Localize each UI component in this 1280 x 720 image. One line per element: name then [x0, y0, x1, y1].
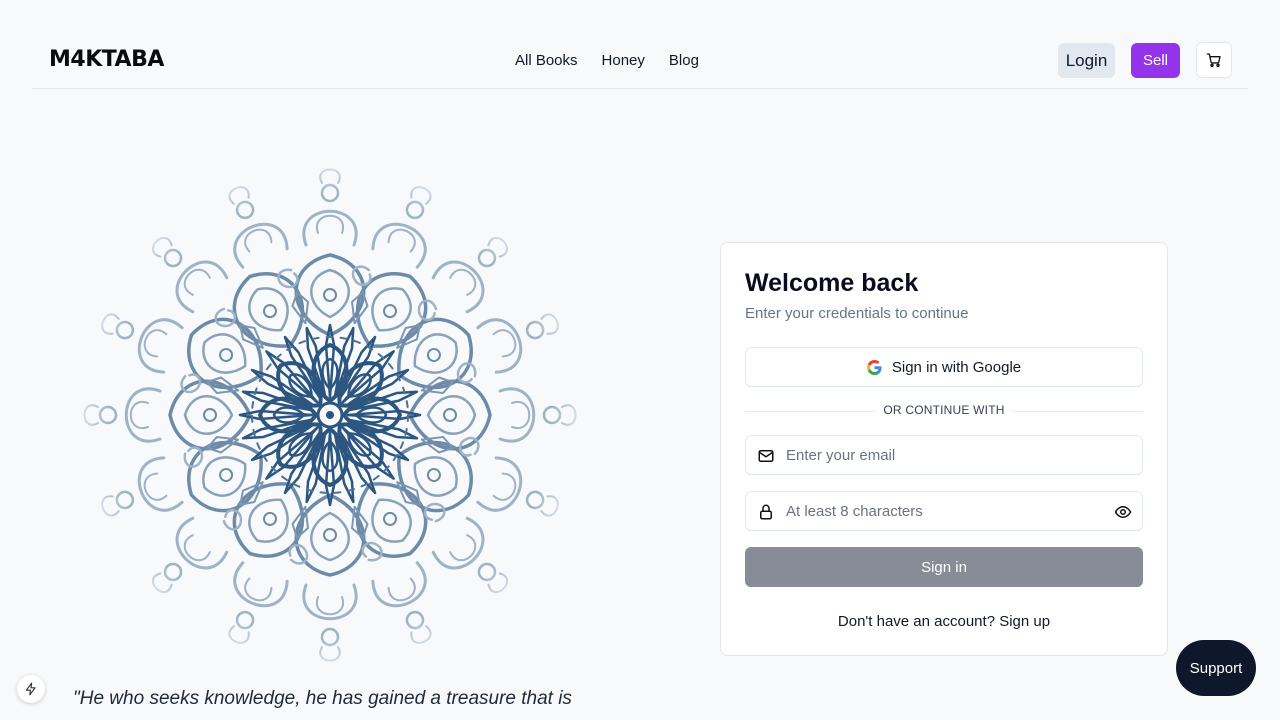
- signup-prompt-text: Don't have an account?: [837, 613, 996, 630]
- mail-icon: [758, 450, 774, 462]
- password-field: [745, 491, 1143, 531]
- nav-all-books[interactable]: All Books: [515, 52, 578, 69]
- signup-prompt: Don't have an account? Sign up: [721, 613, 1167, 630]
- lock-icon: [760, 504, 772, 520]
- email-field: [745, 435, 1143, 475]
- support-button[interactable]: Support: [1176, 640, 1256, 696]
- password-input[interactable]: [786, 492, 1106, 530]
- email-input[interactable]: [786, 436, 1106, 474]
- sell-button[interactable]: Sell: [1131, 43, 1180, 78]
- site-header: M4KTABA All Books Honey Blog Login Sell: [32, 0, 1248, 89]
- site-logo[interactable]: M4KTABA: [49, 47, 164, 72]
- lightning-icon: [25, 682, 36, 696]
- google-signin-button[interactable]: Sign in with Google: [745, 347, 1143, 387]
- login-button[interactable]: Login: [1058, 43, 1115, 78]
- google-icon: [866, 359, 882, 375]
- dev-tools-badge[interactable]: [17, 675, 45, 703]
- hero-quote: "He who seeks knowledge, he has gained a…: [73, 688, 572, 709]
- signup-link[interactable]: Sign up: [999, 613, 1050, 630]
- mandala-illustration: [70, 155, 590, 675]
- card-subtitle: Enter your credentials to continue: [745, 305, 969, 322]
- nav-blog[interactable]: Blog: [669, 52, 699, 69]
- shopping-cart-icon: [1206, 53, 1221, 67]
- show-password-icon[interactable]: [1114, 503, 1132, 521]
- card-title: Welcome back: [745, 269, 919, 297]
- google-signin-label: Sign in with Google: [891, 358, 1022, 376]
- main-nav: All Books Honey Blog: [515, 52, 699, 69]
- or-divider: OR CONTINUE WITH: [745, 403, 1143, 419]
- signin-button[interactable]: Sign in: [745, 547, 1143, 587]
- login-card: Welcome back Enter your credentials to c…: [720, 242, 1168, 656]
- cart-button[interactable]: [1196, 42, 1232, 78]
- divider-text: OR CONTINUE WITH: [875, 403, 1013, 417]
- nav-honey[interactable]: Honey: [602, 52, 645, 69]
